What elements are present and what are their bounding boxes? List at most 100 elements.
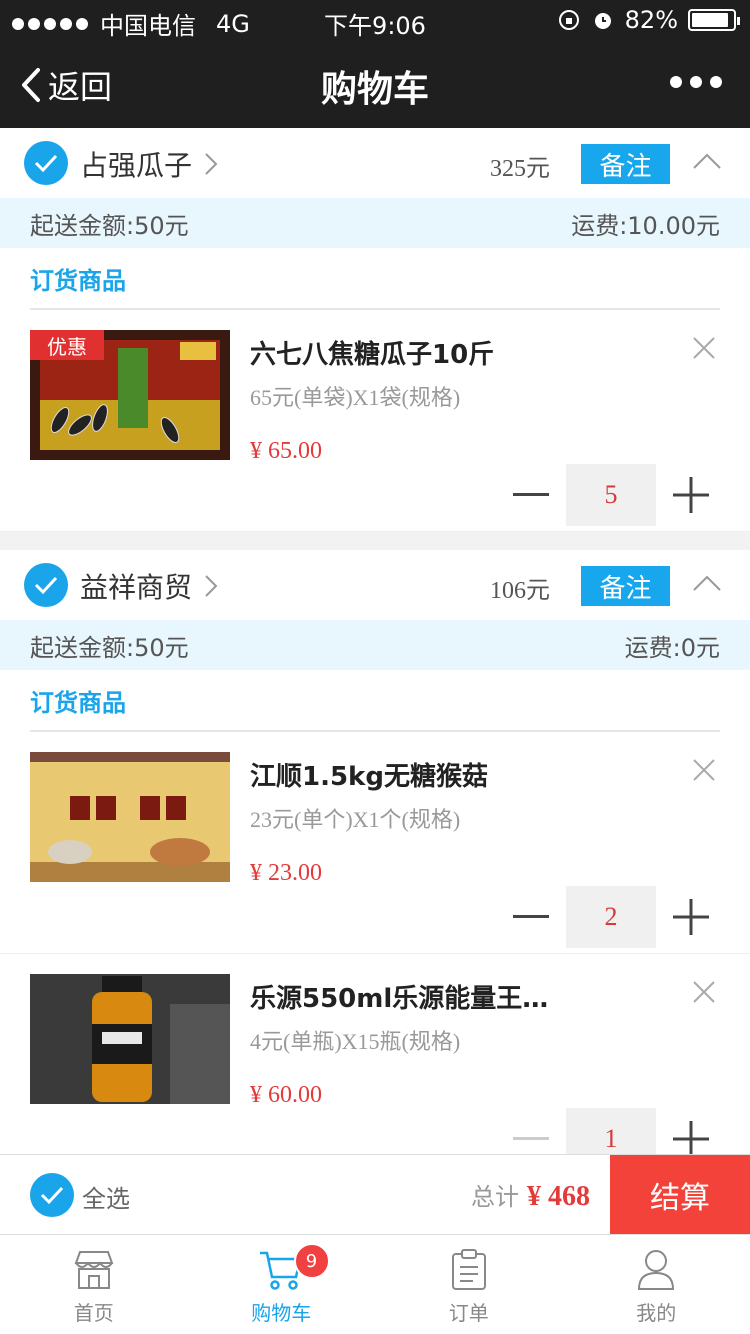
cart-item: 江顺1.5kg无糖猴菇 23元(单个)X1个(规格) ¥ 23.00 2 [0, 732, 750, 954]
shop-total: 325元 [490, 156, 550, 182]
shop-checkbox[interactable] [24, 141, 68, 185]
select-all-checkbox[interactable] [30, 1173, 74, 1217]
tab-label: 订单 [448, 1301, 489, 1325]
battery-icon [688, 9, 740, 31]
more-button[interactable] [670, 76, 722, 88]
increase-button[interactable] [666, 465, 716, 525]
shop-card: 占强瓜子 325元 备注 起送金额:50元 运费:10.00元 订货商品 优惠 … [0, 128, 750, 532]
remove-item-button[interactable] [692, 336, 716, 364]
tab-label: 购物车 [251, 1301, 312, 1325]
decrease-button[interactable] [506, 1109, 556, 1154]
shop-name: 益祥商贸 [80, 571, 193, 604]
quantity-stepper: 2 [506, 886, 716, 948]
battery-percent: 82% [624, 6, 678, 34]
product-price: ¥ 60.00 [250, 1082, 322, 1108]
decrease-button[interactable] [506, 887, 556, 947]
collapse-button[interactable] [692, 152, 722, 174]
check-icon [40, 1186, 64, 1205]
plus-icon [673, 477, 709, 513]
shop-header: 益祥商贸 106元 备注 [0, 550, 750, 620]
select-all-label[interactable]: 全选 [82, 1179, 130, 1214]
product-image[interactable] [30, 974, 230, 1104]
shipping-fee: 运费:0元 [624, 633, 720, 662]
quantity-stepper: 1 [506, 1108, 716, 1154]
status-right: 82% [557, 6, 740, 34]
plus-icon [673, 1121, 709, 1154]
min-order: 起送金额:50元 [30, 211, 189, 240]
total-amount: ¥ 468 [527, 1181, 590, 1212]
tab-label: 首页 [73, 1301, 114, 1325]
tab-home[interactable]: 首页 [0, 1235, 188, 1334]
increase-button[interactable] [666, 1109, 716, 1154]
quantity-value[interactable]: 2 [566, 886, 656, 948]
increase-button[interactable] [666, 887, 716, 947]
remove-item-button[interactable] [692, 758, 716, 786]
quantity-value[interactable]: 1 [566, 1108, 656, 1154]
product-price: ¥ 65.00 [250, 438, 322, 464]
shop-total: 106元 [490, 578, 550, 604]
tab-bar: 首页 购物车 9 订单 我的 [0, 1234, 750, 1334]
close-icon [693, 981, 715, 1003]
tab-profile[interactable]: 我的 [563, 1235, 750, 1334]
section-label: 订货商品 [30, 670, 720, 732]
product-name[interactable]: 乐源550ml乐源能量王(… [250, 978, 550, 1015]
shop-name: 占强瓜子 [80, 149, 193, 182]
chevron-up-icon [693, 575, 721, 591]
plus-icon [673, 899, 709, 935]
checkout-button[interactable]: 结算 [610, 1155, 750, 1235]
minus-icon [513, 1137, 549, 1140]
chevron-up-icon [693, 153, 721, 169]
remove-item-button[interactable] [692, 980, 716, 1008]
collapse-button[interactable] [692, 574, 722, 596]
min-order: 起送金额:50元 [30, 633, 189, 662]
product-spec: 65元(单袋)X1袋(规格) [250, 385, 461, 410]
tab-cart[interactable]: 购物车 9 [188, 1235, 376, 1334]
tab-label: 我的 [636, 1301, 677, 1325]
shop-header: 占强瓜子 325元 备注 [0, 128, 750, 198]
total-label: 总计 [471, 1183, 519, 1211]
rotation-lock-icon [558, 10, 579, 30]
product-price: ¥ 23.00 [250, 860, 322, 886]
tab-orders[interactable]: 订单 [375, 1235, 563, 1334]
shop-card: 益祥商贸 106元 备注 起送金额:50元 运费:0元 订货商品 江顺1.5kg… [0, 550, 750, 1154]
quantity-value[interactable]: 5 [566, 464, 656, 526]
clipboard-icon [451, 1249, 486, 1290]
page-title: 购物车 [320, 69, 429, 110]
product-name[interactable]: 江顺1.5kg无糖猴菇 [250, 756, 550, 793]
note-button[interactable]: 备注 [581, 566, 670, 606]
chevron-right-icon [205, 153, 218, 175]
shop-checkbox[interactable] [24, 563, 68, 607]
product-image[interactable] [30, 752, 230, 882]
cart-item: 乐源550ml乐源能量王(… 4元(单瓶)X15瓶(规格) ¥ 60.00 1 [0, 954, 750, 1154]
checkout-bar: 全选 总计 ¥ 468 结算 [0, 1154, 750, 1235]
product-spec: 4元(单瓶)X15瓶(规格) [250, 1029, 461, 1054]
shipping-fee: 运费:10.00元 [571, 211, 720, 240]
close-icon [693, 337, 715, 359]
product-name[interactable]: 六七八焦糖瓜子10斤 [250, 334, 550, 371]
shop-info-bar: 起送金额:50元 运费:10.00元 [0, 198, 750, 248]
chevron-right-icon [205, 575, 218, 597]
nav-bar: 返回 购物车 [0, 40, 750, 128]
cart-item: 优惠 六七八焦糖瓜子10斤 65元(单袋)X1袋(规格) ¥ 65.00 5 [0, 310, 750, 532]
decrease-button[interactable] [506, 465, 556, 525]
cart-list[interactable]: 占强瓜子 325元 备注 起送金额:50元 运费:10.00元 订货商品 优惠 … [0, 128, 750, 1154]
shop-info-bar: 起送金额:50元 运费:0元 [0, 620, 750, 670]
alarm-icon [594, 13, 611, 29]
store-icon [74, 1251, 114, 1289]
minus-icon [513, 915, 549, 918]
order-total: 总计 ¥ 468 [471, 1177, 590, 1213]
check-icon [34, 576, 58, 595]
status-bar: 中国电信 4G 下午9:06 82% [0, 0, 750, 40]
section-label: 订货商品 [30, 248, 720, 310]
close-icon [693, 759, 715, 781]
battery-fill [692, 13, 729, 27]
quantity-stepper: 5 [506, 464, 716, 526]
cart-count-badge: 9 [293, 1243, 330, 1279]
minus-icon [513, 493, 549, 496]
shop-name-link[interactable]: 益祥商贸 [80, 566, 218, 606]
promo-tag: 优惠 [30, 330, 104, 360]
shop-name-link[interactable]: 占强瓜子 [80, 144, 218, 184]
user-icon [638, 1250, 675, 1290]
note-button[interactable]: 备注 [581, 144, 670, 184]
check-icon [34, 154, 58, 173]
